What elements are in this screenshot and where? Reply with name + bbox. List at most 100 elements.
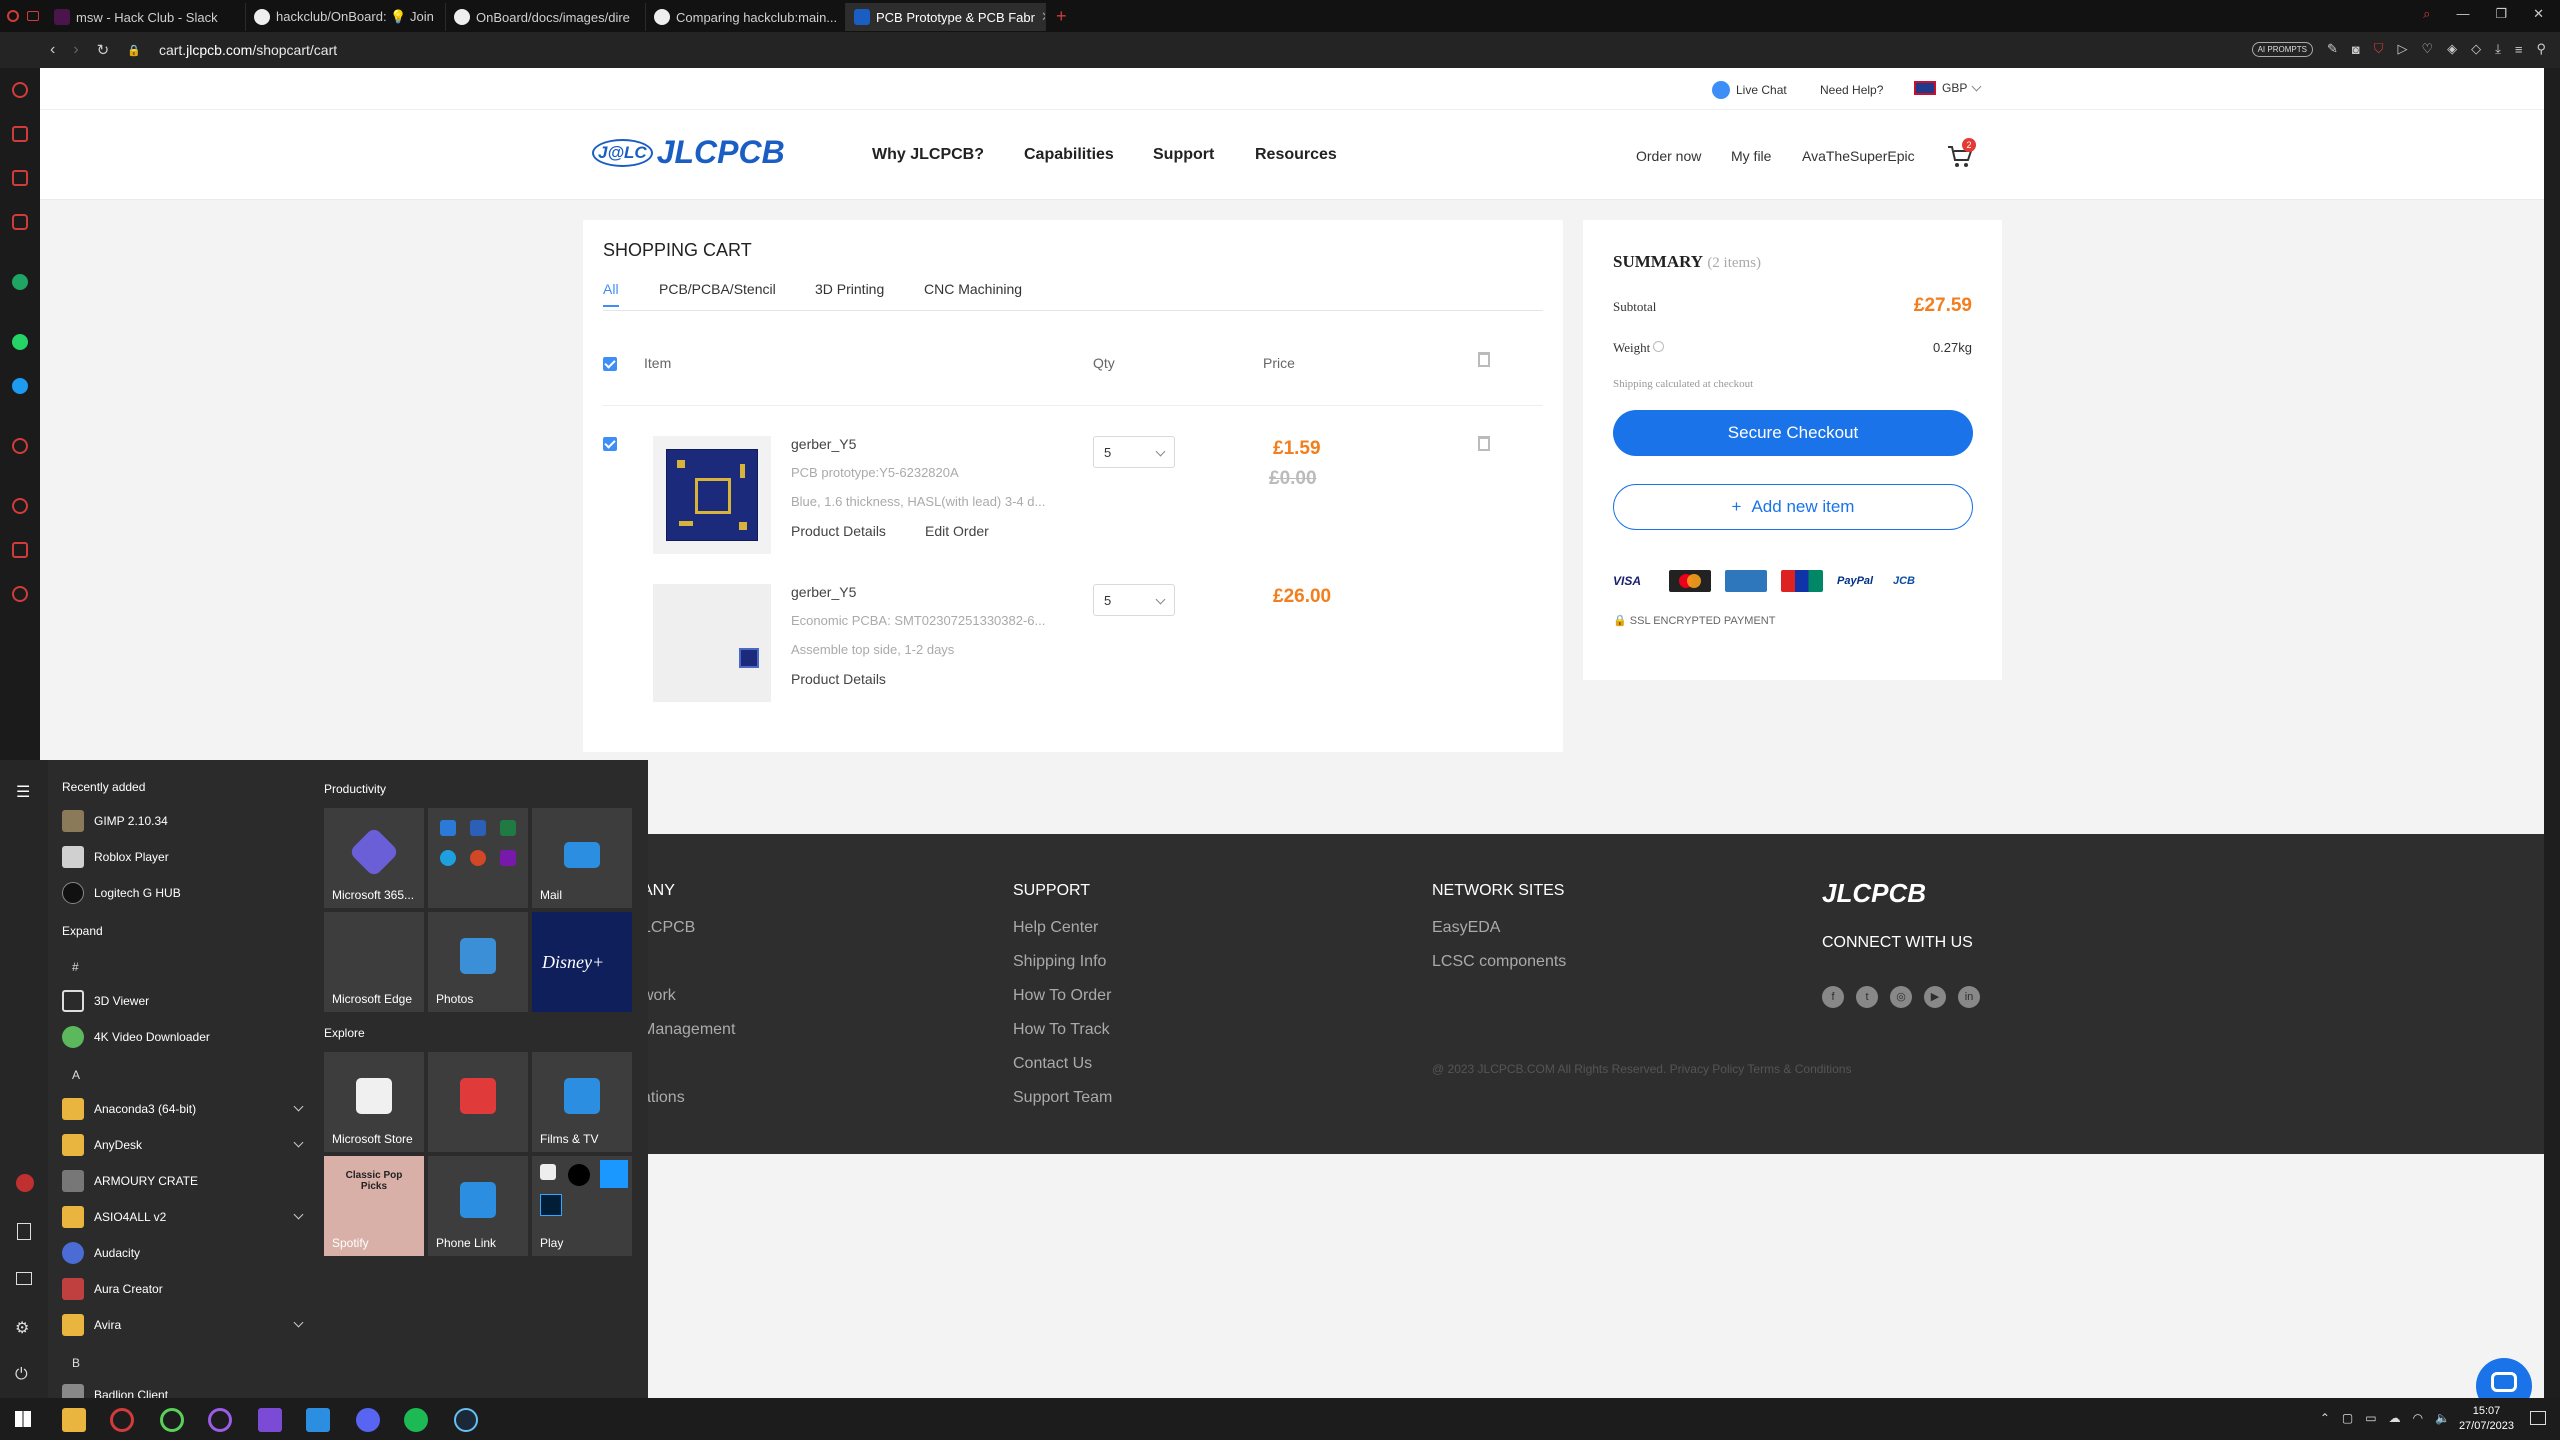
tab-jlcpcb[interactable]: PCB Prototype & PCB Fabr✕ <box>846 3 1046 31</box>
vscode-icon[interactable] <box>306 1408 330 1432</box>
steam-icon[interactable] <box>454 1408 478 1432</box>
player-icon[interactable] <box>12 438 28 454</box>
hamburger-icon[interactable]: ☰ <box>16 782 30 802</box>
download-icon[interactable]: ⤓ <box>2495 41 2501 57</box>
footer-link[interactable]: LCPCB <box>642 919 695 937</box>
app-asio4all[interactable]: ASIO4ALL v2 <box>62 1202 304 1232</box>
tab-comparing[interactable]: Comparing hackclub:main... <box>646 3 846 31</box>
tile-spotify[interactable]: Classic Pop Picks Spotify <box>324 1156 424 1256</box>
edit-order-link[interactable]: Edit Order <box>925 523 989 539</box>
select-all-checkbox[interactable] <box>603 357 617 371</box>
chevron-up-icon[interactable]: ⌃ <box>2320 1411 2330 1425</box>
edit-icon[interactable]: ✎ <box>2327 41 2338 57</box>
user-avatar[interactable] <box>16 1174 34 1192</box>
back-icon[interactable]: ‹ <box>50 41 55 59</box>
app-audacity[interactable]: Audacity <box>62 1238 302 1268</box>
clock[interactable]: 15:07 27/07/2023 <box>2459 1404 2514 1434</box>
how-to-track-link[interactable]: How To Track <box>1013 1021 1110 1039</box>
power-icon[interactable]: ⏻ <box>15 1366 28 1384</box>
opera-gx-icon[interactable] <box>160 1408 184 1432</box>
pcba-thumbnail[interactable] <box>653 584 771 702</box>
new-tab-button[interactable]: + <box>1046 6 1077 27</box>
tab-slack[interactable]: msw - Hack Club - Slack <box>46 3 246 31</box>
aria-icon[interactable] <box>12 82 28 98</box>
tile-mail[interactable]: Mail <box>532 808 632 908</box>
live-chat-link[interactable]: Live Chat <box>1712 81 1787 99</box>
info-icon[interactable] <box>1653 341 1665 352</box>
letter-header-hash[interactable]: # <box>72 960 79 974</box>
extensions-icon[interactable] <box>12 542 28 558</box>
chatgpt-icon[interactable] <box>12 274 28 290</box>
forward-icon[interactable]: › <box>73 41 78 59</box>
instagram-icon[interactable]: ◎ <box>1890 986 1912 1008</box>
pcb-thumbnail[interactable] <box>653 436 771 554</box>
meet-now-icon[interactable]: ▢ <box>2342 1411 2353 1425</box>
youtube-icon[interactable]: ▶ <box>1924 986 1946 1008</box>
expand-button[interactable]: Expand <box>62 924 103 938</box>
footer-link[interactable]: Management <box>642 1021 735 1039</box>
whatsapp-icon[interactable] <box>12 334 28 350</box>
ai-prompts-button[interactable]: AI PROMPTS <box>2251 41 2313 57</box>
product-details-link[interactable]: Product Details <box>791 671 886 687</box>
footer-link[interactable]: ations <box>642 1089 685 1107</box>
minimize-icon[interactable]: — <box>2456 6 2469 22</box>
app-armoury-crate[interactable]: ARMOURY CRATE <box>62 1166 302 1196</box>
app-4k-downloader[interactable]: 4K Video Downloader <box>62 1022 302 1052</box>
product-details-link[interactable]: Product Details <box>791 523 886 539</box>
delete-item-icon[interactable] <box>1478 436 1490 451</box>
nav-why-jlcpcb[interactable]: Why JLCPCB? <box>872 146 984 164</box>
tile-phone-link[interactable]: Phone Link <box>428 1156 528 1256</box>
shopping-icon[interactable] <box>12 126 28 142</box>
visual-studio-icon[interactable] <box>258 1408 282 1432</box>
support-team-link[interactable]: Support Team <box>1013 1089 1112 1107</box>
contact-us-link[interactable]: Contact Us <box>1013 1055 1092 1073</box>
nav-capabilities[interactable]: Capabilities <box>1024 146 1114 164</box>
twitter-icon[interactable]: t <box>1856 986 1878 1008</box>
my-file-link[interactable]: My file <box>1731 148 1771 164</box>
app-anydesk[interactable]: AnyDesk <box>62 1130 304 1160</box>
close-window-icon[interactable]: ✕ <box>2533 6 2544 22</box>
item-checkbox[interactable] <box>603 437 617 451</box>
battery-icon[interactable]: ▭ <box>2365 1411 2376 1425</box>
cart-button[interactable]: 2 <box>1946 138 1976 172</box>
user-account-link[interactable]: AvaTheSuperEpic <box>1802 148 1915 164</box>
tile-news[interactable] <box>428 1052 528 1152</box>
onedrive-icon[interactable]: ☁ <box>2389 1411 2401 1425</box>
discord-icon[interactable] <box>356 1408 380 1432</box>
help-center-link[interactable]: Help Center <box>1013 919 1098 937</box>
quantity-select[interactable]: 5 <box>1093 436 1175 468</box>
heart-icon[interactable]: ♡ <box>2421 41 2433 57</box>
twitch-icon[interactable] <box>12 170 28 186</box>
opera-icon[interactable] <box>7 10 19 22</box>
facebook-icon[interactable]: f <box>1822 986 1844 1008</box>
linkedin-icon[interactable]: in <box>1958 986 1980 1008</box>
history-icon[interactable] <box>12 498 28 514</box>
tab-3d-printing[interactable]: 3D Printing <box>815 281 884 297</box>
instagram-icon[interactable] <box>12 214 28 230</box>
tab-cnc-machining[interactable]: CNC Machining <box>924 281 1022 297</box>
tab-pcb-pcba-stencil[interactable]: PCB/PCBA/Stencil <box>659 281 776 297</box>
shipping-info-link[interactable]: Shipping Info <box>1013 953 1106 971</box>
need-help-link[interactable]: Need Help? <box>1820 83 1883 97</box>
nav-resources[interactable]: Resources <box>1255 146 1337 164</box>
app-aura-creator[interactable]: Aura Creator <box>62 1274 302 1304</box>
how-to-order-link[interactable]: How To Order <box>1013 987 1111 1005</box>
jlcpcb-logo[interactable]: J@LC JLCPCB <box>592 134 785 171</box>
footer-logo[interactable]: JLCPCB <box>1822 878 1926 909</box>
reload-icon[interactable]: ↻ <box>97 41 110 59</box>
tile-microsoft-365[interactable]: Microsoft 365... <box>324 808 424 908</box>
tile-films-tv[interactable]: Films & TV <box>532 1052 632 1152</box>
notifications-icon[interactable] <box>2530 1411 2546 1425</box>
spotify-icon[interactable] <box>404 1408 428 1432</box>
play-icon[interactable]: ▷ <box>2397 41 2407 57</box>
letter-header-b[interactable]: B <box>72 1356 80 1370</box>
app-roblox[interactable]: Roblox Player <box>62 842 302 872</box>
tile-edge[interactable]: Microsoft Edge <box>324 912 424 1012</box>
wifi-icon[interactable]: ◠ <box>2413 1411 2423 1425</box>
app-anaconda[interactable]: Anaconda3 (64-bit) <box>62 1094 304 1124</box>
documents-icon[interactable] <box>17 1223 31 1240</box>
pin-icon[interactable]: ⚲ <box>2536 41 2546 57</box>
tab-onboard[interactable]: hackclub/OnBoard: 💡 Join <box>246 3 446 31</box>
tile-microsoft-store[interactable]: Microsoft Store <box>324 1052 424 1152</box>
lcsc-link[interactable]: LCSC components <box>1432 953 1566 971</box>
